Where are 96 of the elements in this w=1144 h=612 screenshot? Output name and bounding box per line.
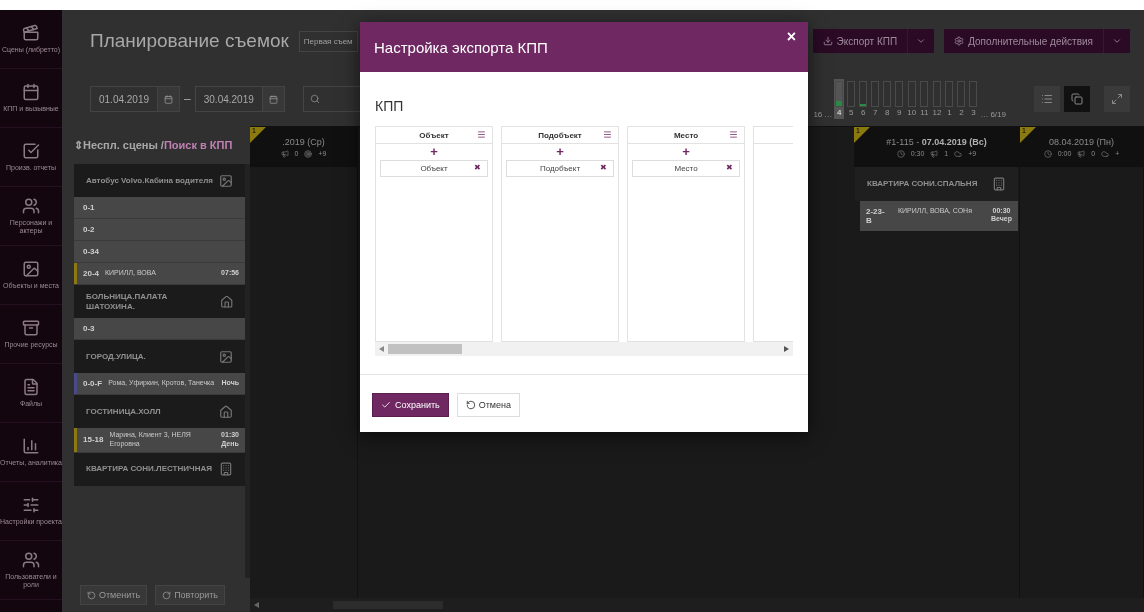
add-button[interactable]: + [430, 145, 438, 158]
add-button[interactable]: + [682, 145, 690, 158]
field-chip[interactable]: Подобъект ✖ [506, 160, 614, 177]
episode-tab[interactable]: 4 [834, 79, 845, 119]
add-button[interactable]: + [556, 145, 564, 158]
clock-icon [1043, 149, 1052, 158]
scroll-left-icon[interactable] [254, 602, 259, 608]
location-header[interactable]: КВАРТИРА СОНИ.ЛЕСТНИЧНАЯ [74, 452, 245, 486]
caret-icon [916, 36, 927, 46]
settings-icon [954, 36, 965, 46]
picture-icon [219, 349, 233, 364]
scene-row[interactable]: 0-1 [74, 197, 245, 219]
remove-button[interactable]: ✖ [600, 163, 607, 172]
list-icon [1041, 93, 1053, 105]
save-button[interactable]: Сохранить [372, 393, 449, 417]
horizontal-scrollbar[interactable] [250, 598, 1144, 612]
checkbox-icon [22, 141, 40, 160]
cloud-icon [954, 149, 963, 158]
undo-icon [465, 400, 476, 410]
search-icon [309, 94, 320, 104]
calendar-icon [22, 82, 40, 101]
episode-number: 16 [813, 110, 823, 119]
picture-icon [22, 259, 40, 278]
field-chip[interactable]: Место ✖ [632, 160, 740, 177]
location-header[interactable]: ГОСТИНИЦА.ХОЛЛ [74, 395, 245, 428]
building-icon [219, 462, 233, 476]
ellipsis: … [824, 110, 833, 119]
remove-button[interactable]: ✖ [474, 163, 481, 172]
clock-icon [896, 149, 905, 158]
redo-button[interactable]: Повторить [155, 585, 226, 605]
dialog-title: Настройка экспорта КПП [374, 38, 548, 56]
page-title: Планирование съемок [90, 30, 289, 52]
episode-tab[interactable]: 12 [931, 79, 943, 119]
day-title: 08.04.2019 (Пн) [1049, 136, 1114, 147]
remove-button[interactable]: ✖ [726, 163, 733, 172]
ellipsis: … [980, 110, 989, 119]
date-field[interactable]: 30.04.2019 [194, 86, 285, 112]
people-icon [22, 550, 40, 569]
file-icon [22, 377, 40, 396]
people-icon [22, 196, 40, 215]
calendar-button[interactable] [157, 87, 180, 111]
date-separator: – [184, 92, 191, 106]
check-icon [381, 400, 391, 410]
location-header[interactable]: БОЛЬНИЦА.ПАЛАТА ШАТОХИНА. [74, 285, 245, 318]
field-chip[interactable]: Объект ✖ [380, 160, 488, 177]
megaphone-icon [280, 149, 289, 158]
fullscreen-button[interactable] [1104, 86, 1130, 112]
list-view-button[interactable] [1034, 86, 1060, 112]
undo-button[interactable]: Отменить [80, 585, 148, 605]
location-header[interactable]: Автобус Volvo.Кабина водителя [74, 164, 245, 197]
episode-tab[interactable]: 10 [906, 79, 918, 119]
sliders-icon [22, 495, 40, 514]
clapperboard-icon [22, 23, 40, 42]
copy-icon [1071, 93, 1083, 105]
episode-count: 6/19 [990, 110, 1006, 119]
house-icon [219, 294, 233, 309]
scene-row[interactable]: 0-2 [74, 219, 245, 241]
picture-icon [219, 173, 233, 188]
scene-row[interactable]: 0-34 [74, 241, 245, 263]
house-icon [219, 404, 233, 419]
scroll-right-icon[interactable] [784, 346, 789, 352]
target-icon [304, 149, 313, 158]
expand-icon [1111, 93, 1123, 105]
megaphone-icon [1077, 149, 1086, 158]
panel-title: ⇕Неспл. сцены / [74, 138, 164, 152]
megaphone-icon [930, 149, 939, 158]
section-title: КПП [375, 98, 405, 114]
date-field[interactable]: 01.04.2019 [90, 86, 181, 112]
day-title: #1-115 - 07.04.2019 (Вс) [886, 136, 987, 147]
archive-icon [22, 318, 40, 337]
horizontal-scrollbar[interactable] [375, 342, 793, 356]
building-icon [992, 177, 1006, 191]
scene-row[interactable]: 0-3 [74, 318, 245, 340]
location-header[interactable]: ГОРОД.УЛИЦА. [74, 340, 245, 373]
bar-chart-icon [22, 436, 40, 455]
redo-icon [162, 590, 172, 600]
day-title: .2019 (Ср) [282, 136, 325, 147]
menu-icon[interactable] [603, 130, 612, 139]
calendar-icon [164, 93, 174, 105]
scroll-left-icon[interactable] [379, 346, 384, 352]
board-view-button[interactable] [1064, 86, 1090, 112]
calendar-icon [268, 93, 278, 105]
cloud-icon [1101, 149, 1110, 158]
location-card[interactable]: КВАРТИРА СОНИ.СПАЛЬНЯ [855, 167, 1018, 201]
column-title: Объект [419, 130, 449, 140]
undo-icon [87, 590, 96, 600]
column-title: Место [673, 130, 699, 140]
caret-icon [1112, 36, 1122, 46]
menu-icon[interactable] [477, 130, 486, 139]
cancel-button[interactable]: Отмена [456, 393, 521, 417]
project-select[interactable]: Первая съем [298, 30, 358, 52]
column-title: Подобъект [538, 130, 582, 140]
download-icon [822, 36, 833, 46]
menu-icon[interactable] [729, 130, 738, 139]
calendar-button[interactable] [261, 87, 284, 111]
close-button[interactable]: × [782, 26, 800, 48]
